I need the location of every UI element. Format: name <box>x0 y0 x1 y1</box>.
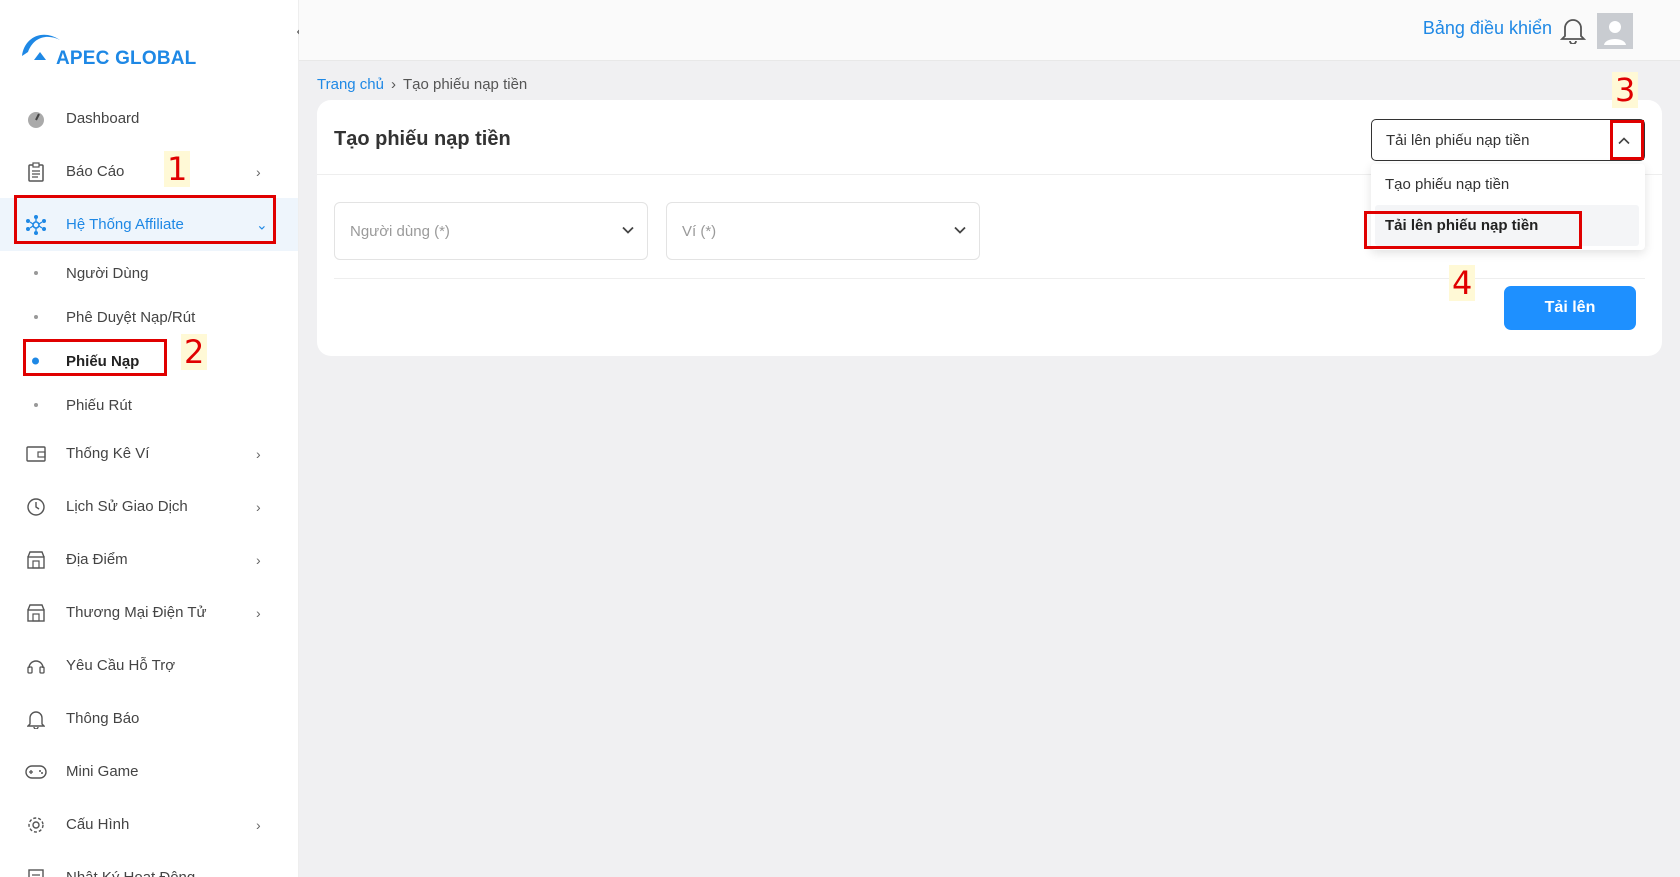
mode-option-upload[interactable]: Tải lên phiếu nạp tiền <box>1375 205 1639 246</box>
sidebar-item-transactions[interactable]: Lịch Sử Giao Dịch › <box>0 480 298 533</box>
chevron-down-icon <box>621 223 635 240</box>
chevron-right-icon: › <box>390 76 396 93</box>
sidebar-item-affiliate[interactable]: Hệ Thống Affiliate ⌄ <box>0 198 298 251</box>
sidebar-item-label: Mini Game <box>66 763 139 780</box>
sidebar-subitem-approve[interactable]: Phê Duyệt Nạp/Rút <box>0 295 298 339</box>
chevron-right-icon: › <box>256 163 261 180</box>
step-number-1: 1 <box>164 151 191 187</box>
top-bar: Bảng điều khiển <box>299 0 1680 61</box>
sidebar-subitem-deposit-slip[interactable]: Phiếu Nạp <box>0 339 298 383</box>
network-icon <box>24 213 48 237</box>
sidebar-item-locations[interactable]: Địa Điểm › <box>0 533 298 586</box>
log-icon <box>24 866 48 877</box>
sidebar-item-label: Dashboard <box>66 110 140 127</box>
sidebar-item-support[interactable]: Yêu Cầu Hỗ Trợ <box>0 639 298 692</box>
sidebar-item-label: Báo Cáo <box>66 163 125 180</box>
sidebar-item-label: Cấu Hình <box>66 816 130 833</box>
bullet-icon <box>32 357 39 365</box>
store-icon <box>24 601 48 625</box>
sidebar-subitem-label: Phê Duyệt Nạp/Rút <box>66 308 196 326</box>
sidebar-item-label: Thống Kê Ví <box>66 445 150 462</box>
wallet-select-placeholder: Ví (*) <box>682 222 717 240</box>
sidebar-item-ecommerce[interactable]: Thương Mại Điện Tử › <box>0 586 298 639</box>
sidebar-item-label: Lịch Sử Giao Dịch <box>66 498 188 515</box>
sidebar-item-activity-log[interactable]: Nhật Ký Hoạt Động <box>0 851 298 877</box>
user-select[interactable]: Người dùng (*) <box>334 202 648 260</box>
sidebar: APEC GLOBAL Dashboard Báo Cáo › Hệ Thống… <box>0 0 299 877</box>
chevron-right-icon: › <box>256 551 261 568</box>
headset-icon <box>24 654 48 678</box>
sidebar-subitem-label: Phiếu Nạp <box>66 352 140 370</box>
sidebar-subitem-label: Người Dùng <box>66 264 149 282</box>
gauge-icon <box>24 107 48 131</box>
store-icon <box>24 548 48 572</box>
breadcrumb-home[interactable]: Trang chủ <box>317 76 384 93</box>
sidebar-subitem-users[interactable]: Người Dùng <box>0 251 298 295</box>
sidebar-item-label: Thương Mại Điện Tử <box>66 604 207 621</box>
deposit-form-card: Tạo phiếu nạp tiền Người dùng (*) Ví (*)… <box>317 100 1662 356</box>
sidebar-item-label: Nhật Ký Hoạt Động <box>66 869 195 877</box>
clipboard-icon <box>24 160 48 184</box>
sidebar-menu: Dashboard Báo Cáo › Hệ Thống Affiliate ⌄… <box>0 92 298 877</box>
wallet-icon <box>24 442 48 466</box>
bullet-icon <box>34 315 38 319</box>
sidebar-item-settings[interactable]: Cấu Hình › <box>0 798 298 851</box>
wallet-select[interactable]: Ví (*) <box>666 202 980 260</box>
sidebar-item-label: Địa Điểm <box>66 551 128 568</box>
page-title: Tạo phiếu nạp tiền <box>334 128 511 150</box>
chevron-right-icon: › <box>256 498 261 515</box>
gamepad-icon <box>24 760 48 784</box>
step-number-2: 2 <box>181 334 208 370</box>
clock-icon <box>24 495 48 519</box>
user-avatar[interactable] <box>1597 13 1633 49</box>
dashboard-link[interactable]: Bảng điều khiển <box>1423 18 1552 39</box>
sidebar-item-label: Thông Báo <box>66 710 140 727</box>
breadcrumb: Trang chủ › Tạo phiếu nạp tiền <box>317 76 527 93</box>
chevron-right-icon: › <box>256 604 261 621</box>
sidebar-subitem-withdraw-slip[interactable]: Phiếu Rút <box>0 383 298 427</box>
chevron-down-icon: ⌄ <box>256 216 268 232</box>
sidebar-item-dashboard[interactable]: Dashboard <box>0 92 298 145</box>
mode-select[interactable]: Tải lên phiếu nạp tiền <box>1371 119 1645 161</box>
user-select-placeholder: Người dùng (*) <box>350 222 450 240</box>
sidebar-subitem-label: Phiếu Rút <box>66 396 132 414</box>
step-number-4: 4 <box>1449 265 1476 301</box>
bullet-icon <box>34 403 38 407</box>
sidebar-item-mini-game[interactable]: Mini Game <box>0 745 298 798</box>
chevron-right-icon: › <box>256 816 261 833</box>
sidebar-item-wallet-stats[interactable]: Thống Kê Ví › <box>0 427 298 480</box>
sidebar-item-notifications[interactable]: Thông Báo <box>0 692 298 745</box>
sidebar-item-label: Hệ Thống Affiliate <box>66 216 184 233</box>
chevron-down-icon <box>953 223 967 240</box>
chevron-up-icon[interactable] <box>1618 132 1630 149</box>
mode-select-value: Tải lên phiếu nạp tiền <box>1386 131 1530 149</box>
bell-icon <box>24 707 48 731</box>
user-icon <box>1604 21 1626 45</box>
step-number-3: 3 <box>1612 72 1639 108</box>
sidebar-item-label: Yêu Cầu Hỗ Trợ <box>66 657 176 674</box>
upload-button[interactable]: Tải lên <box>1504 286 1636 330</box>
gear-icon <box>24 813 48 837</box>
sidebar-item-reports[interactable]: Báo Cáo › <box>0 145 298 198</box>
bell-icon[interactable] <box>1559 16 1587 45</box>
chevron-right-icon: › <box>256 445 261 462</box>
mode-dropdown-menu: Tạo phiếu nạp tiền Tải lên phiếu nạp tiề… <box>1371 164 1645 250</box>
brand-name: APEC GLOBAL <box>56 48 197 69</box>
breadcrumb-current: Tạo phiếu nạp tiền <box>402 76 528 93</box>
bullet-icon <box>34 271 38 275</box>
mode-option-create[interactable]: Tạo phiếu nạp tiền <box>1371 164 1645 205</box>
